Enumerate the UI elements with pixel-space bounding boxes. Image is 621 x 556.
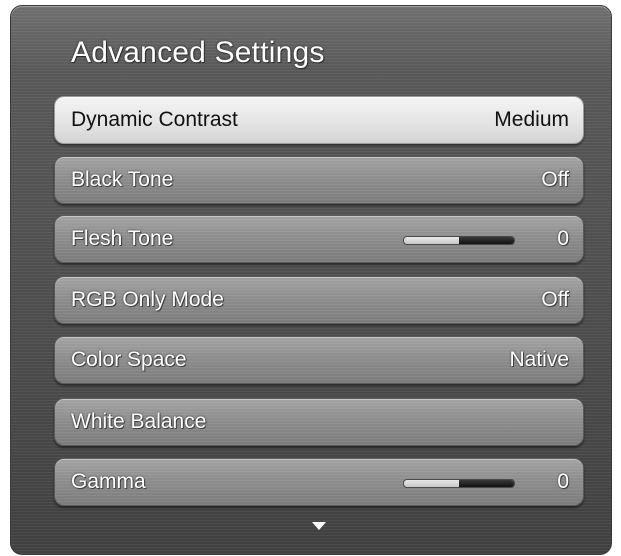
menu-item-white-balance[interactable]: White Balance [54, 398, 584, 446]
menu-item-label: Color Space [71, 348, 187, 371]
gamma-slider [403, 479, 515, 488]
menu-item-black-tone[interactable]: Black Tone Off [54, 156, 584, 204]
menu-item-value: Native [509, 348, 569, 371]
menu-item-value: Off [541, 288, 569, 311]
menu-item-value: Off [541, 168, 569, 191]
menu-item-rgb-only-mode[interactable]: RGB Only Mode Off [54, 276, 584, 324]
slider-fill [459, 480, 514, 487]
menu-item-value: Medium [494, 108, 569, 131]
menu-item-label: Flesh Tone [71, 227, 174, 250]
menu-item-gamma[interactable]: Gamma 0 [54, 458, 584, 506]
menu-item-label: Dynamic Contrast [71, 108, 238, 131]
flesh-tone-slider [403, 236, 515, 245]
menu-title: Advanced Settings [71, 36, 325, 69]
scroll-down-arrow-icon[interactable] [312, 522, 326, 530]
slider-fill [459, 237, 514, 244]
menu-item-value: 0 [557, 227, 569, 250]
menu-item-label: Black Tone [71, 168, 174, 191]
menu-item-dynamic-contrast[interactable]: Dynamic Contrast Medium [54, 96, 584, 144]
menu-item-color-space[interactable]: Color Space Native [54, 336, 584, 384]
menu-item-flesh-tone[interactable]: Flesh Tone 0 [54, 215, 584, 263]
menu-item-label: Gamma [71, 470, 146, 493]
menu-item-label: White Balance [71, 410, 207, 433]
menu-item-value: 0 [557, 470, 569, 493]
menu-item-label: RGB Only Mode [71, 288, 224, 311]
